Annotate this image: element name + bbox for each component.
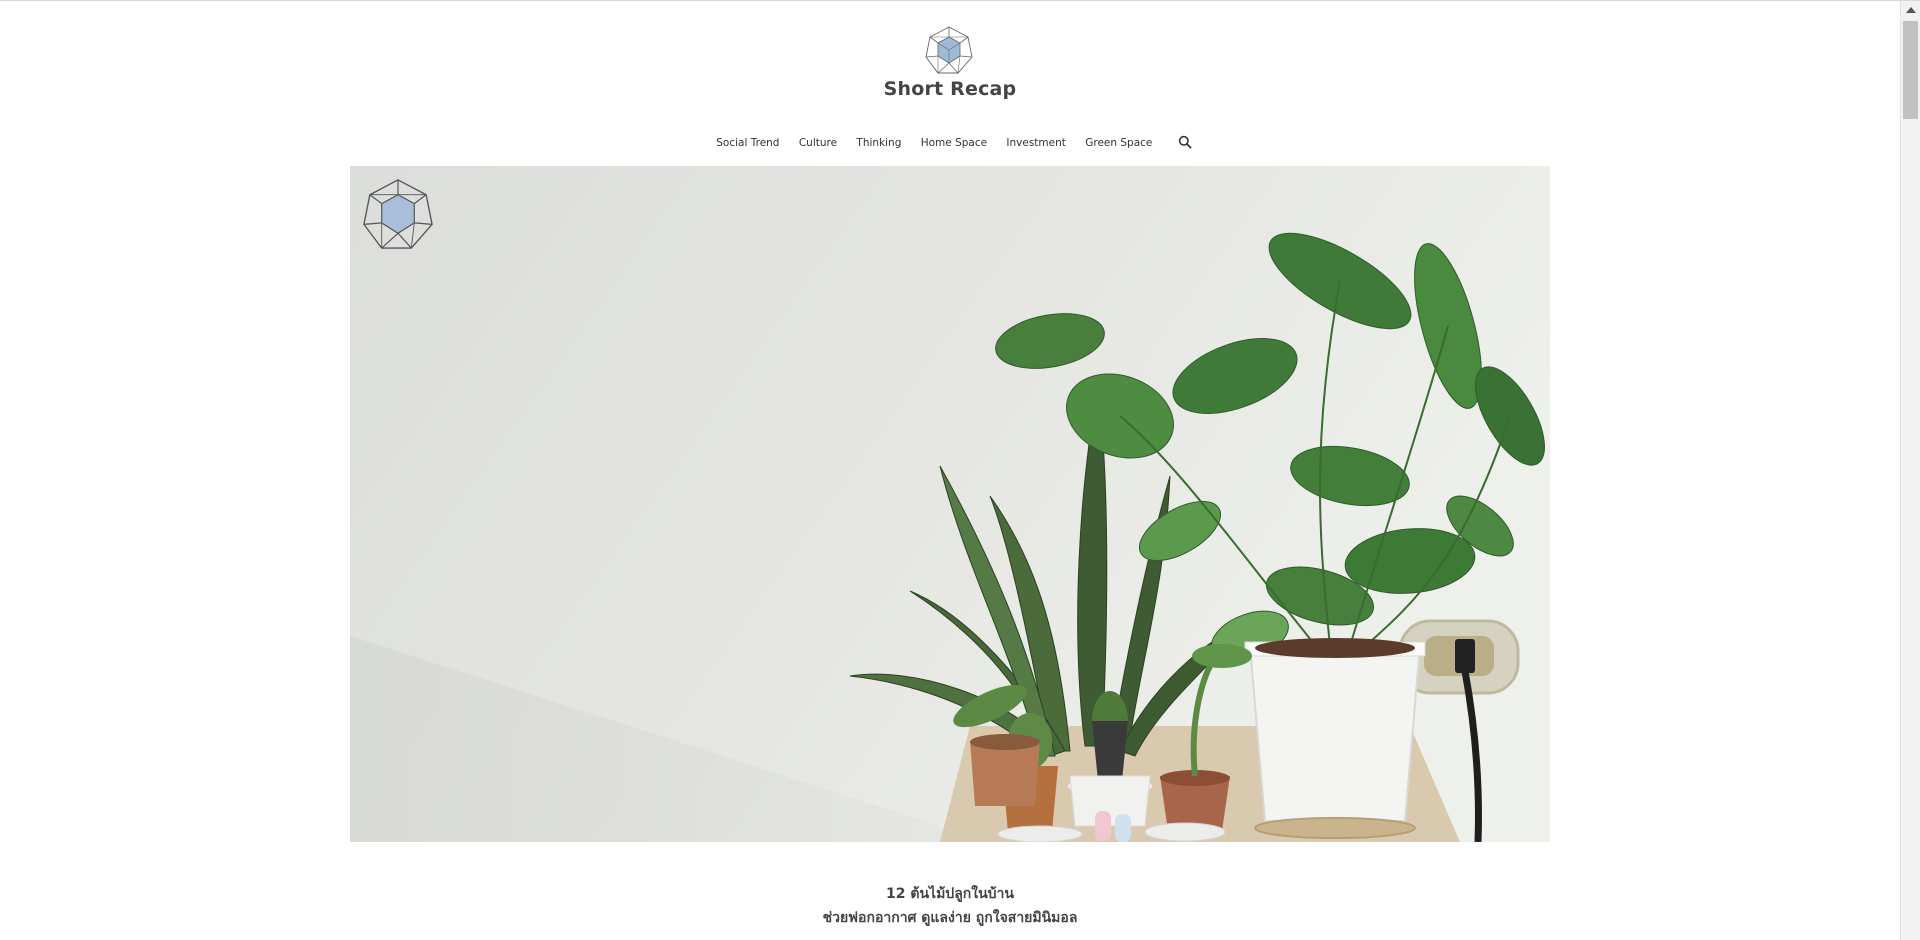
nav-item-green-space[interactable]: Green Space bbox=[1085, 137, 1152, 149]
scroll-up-arrow-icon[interactable] bbox=[1906, 7, 1916, 13]
post-title-line-1: 12 ต้นไม้ปลูกในบ้าน bbox=[886, 886, 1014, 902]
vertical-scrollbar[interactable] bbox=[1900, 1, 1920, 940]
nav-item-culture[interactable]: Culture bbox=[799, 137, 837, 149]
site-title[interactable]: Short Recap bbox=[0, 78, 1900, 100]
main-nav: Social Trend Culture Thinking Home Space… bbox=[0, 135, 1900, 149]
post-title[interactable]: 12 ต้นไม้ปลูกในบ้าน ช่วยฟอกอากาศ ดูแลง่า… bbox=[0, 882, 1900, 930]
post-title-line-2: ช่วยฟอกอากาศ ดูแลง่าย ถูกใจสายมินิมอล bbox=[822, 910, 1078, 926]
search-icon[interactable] bbox=[1178, 135, 1192, 149]
nav-item-investment[interactable]: Investment bbox=[1006, 137, 1065, 149]
site-logo-icon[interactable] bbox=[922, 23, 976, 77]
nav-item-home-space[interactable]: Home Space bbox=[921, 137, 987, 149]
hero-plants-photo bbox=[350, 166, 1550, 842]
scrollbar-thumb[interactable] bbox=[1903, 21, 1918, 119]
hero-image[interactable] bbox=[350, 166, 1550, 842]
nav-item-thinking[interactable]: Thinking bbox=[856, 137, 901, 149]
geodesic-logo-icon bbox=[363, 179, 433, 249]
nav-item-social-trend[interactable]: Social Trend bbox=[716, 137, 779, 149]
page: Short Recap Social Trend Culture Thinkin… bbox=[0, 0, 1920, 940]
